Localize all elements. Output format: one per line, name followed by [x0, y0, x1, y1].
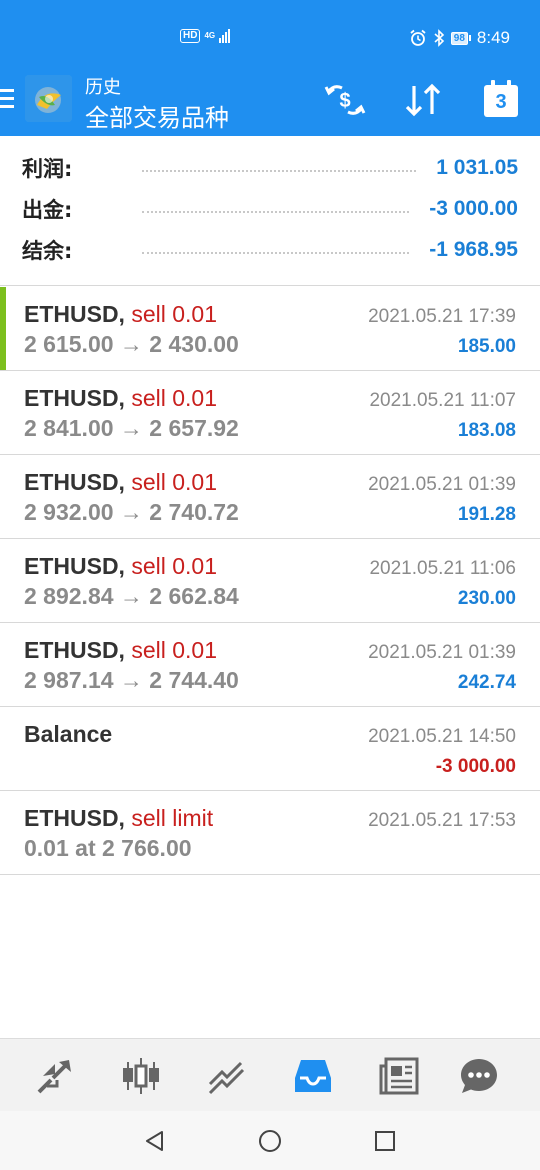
- deal-profit: 242.74: [457, 672, 516, 693]
- summary-value: -1 968.95: [429, 238, 518, 261]
- deal-profit: 185.00: [457, 336, 516, 357]
- header-subtitle: 历史: [85, 77, 121, 97]
- deal-symbol: ETHUSD,: [24, 469, 125, 495]
- history-icon: [295, 1060, 331, 1092]
- calendar-day: 3: [495, 91, 507, 113]
- hd-badge: HD: [180, 29, 201, 43]
- home-icon[interactable]: [258, 1129, 282, 1153]
- back-icon[interactable]: [143, 1129, 167, 1153]
- sort-icon[interactable]: [403, 82, 443, 118]
- deal-row[interactable]: ETHUSD, sell 0.01 2 932.00 → 2 740.72 20…: [0, 455, 540, 539]
- deal-time: 2021.05.21 11:07: [369, 390, 516, 411]
- summary-label: 结余:: [22, 239, 73, 263]
- bottom-nav: [0, 1038, 540, 1111]
- deal-row-balance[interactable]: Balance 2021.05.21 14:50 -3 000.00: [0, 707, 540, 791]
- currency-exchange-icon[interactable]: $: [324, 82, 366, 118]
- calendar-icon[interactable]: 3: [483, 80, 519, 118]
- deal-row[interactable]: ETHUSD, sell 0.01 2 841.00 → 2 657.92 20…: [0, 371, 540, 455]
- nav-quotes[interactable]: [35, 1056, 75, 1096]
- summary-row-withdrawal: 出金: -3 000.00: [22, 189, 518, 229]
- deal-profit: 183.08: [457, 420, 516, 441]
- deal-profit: 191.28: [457, 504, 516, 525]
- deal-symbol: ETHUSD,: [24, 805, 125, 831]
- deal-row[interactable]: ETHUSD, sell 0.01 2 892.84 → 2 662.84 20…: [0, 539, 540, 623]
- nav-messages[interactable]: [459, 1056, 499, 1096]
- summary-label: 出金:: [22, 198, 73, 222]
- deal-list: ETHUSD, sell 0.01 2 615.00 → 2 430.00 20…: [0, 287, 540, 875]
- deal-type: sell 0.01: [131, 553, 218, 579]
- svg-text:$: $: [339, 90, 350, 112]
- metatrader-logo-icon: [25, 75, 72, 122]
- deal-prices: 2 615.00 → 2 430.00: [24, 331, 239, 357]
- messages-icon: [461, 1059, 497, 1093]
- deal-time: 2021.05.21 11:06: [369, 558, 516, 579]
- alarm-icon: [410, 29, 426, 46]
- page-title[interactable]: 全部交易品种: [85, 98, 229, 133]
- nav-news[interactable]: [379, 1056, 419, 1096]
- deal-type: sell 0.01: [131, 469, 218, 495]
- dotted-leader: [142, 211, 410, 213]
- recents-icon[interactable]: [373, 1129, 397, 1153]
- deal-row[interactable]: ETHUSD, sell 0.01 2 615.00 → 2 430.00 20…: [0, 287, 540, 371]
- trade-icon: [208, 1061, 245, 1095]
- summary-value: -3 000.00: [429, 197, 518, 220]
- status-bar: HD 4G 98 8:49: [0, 0, 540, 70]
- deal-prices: 0.01 at 2 766.00: [24, 835, 192, 861]
- deal-type: sell 0.01: [131, 301, 218, 327]
- deal-time: 2021.05.21 01:39: [368, 642, 516, 663]
- system-nav-bar: [0, 1111, 540, 1170]
- quotes-icon: [37, 1060, 71, 1094]
- signal-icon: [219, 29, 231, 43]
- app-bar: 历史 全部交易品种 $ 3: [0, 70, 540, 136]
- deal-symbol: ETHUSD,: [24, 301, 125, 327]
- deal-type: sell 0.01: [131, 385, 218, 411]
- battery-icon: 98: [450, 31, 471, 45]
- deal-symbol: ETHUSD,: [24, 385, 125, 411]
- deal-time: 2021.05.21 17:39: [368, 306, 516, 327]
- nav-chart[interactable]: [121, 1056, 161, 1096]
- deal-time: 2021.05.21 14:50: [368, 726, 516, 747]
- menu-icon[interactable]: [0, 89, 14, 113]
- network-type: 4G: [204, 31, 216, 40]
- deal-type: sell 0.01: [131, 637, 218, 663]
- deal-prices: 2 932.00 → 2 740.72: [24, 499, 239, 525]
- dotted-leader: [142, 170, 417, 172]
- dotted-leader: [142, 252, 410, 254]
- app-logo[interactable]: [25, 75, 72, 122]
- chart-icon: [123, 1058, 159, 1094]
- status-right: 98 8:49: [409, 28, 510, 48]
- battery-level: 98: [450, 31, 468, 45]
- deal-row[interactable]: ETHUSD, sell 0.01 2 987.14 → 2 744.40 20…: [0, 623, 540, 707]
- deal-prices: 2 841.00 → 2 657.92: [24, 415, 239, 441]
- summary-value: 1 031.05: [436, 156, 518, 179]
- deal-profit: 230.00: [457, 588, 516, 609]
- signal-indicators: HD 4G: [180, 29, 231, 43]
- deal-prices: 2 987.14 → 2 744.40: [24, 667, 239, 693]
- order-row[interactable]: ETHUSD, sell limit 0.01 at 2 766.00 2021…: [0, 791, 540, 875]
- deal-time: 2021.05.21 01:39: [368, 474, 516, 495]
- deal-prices: 2 892.84 → 2 662.84: [24, 583, 239, 609]
- summary-panel: 利润: 1 031.05 出金: -3 000.00 结余: -1 968.95: [0, 136, 540, 286]
- news-icon: [379, 1057, 419, 1095]
- summary-row-profit: 利润: 1 031.05: [22, 148, 518, 188]
- nav-history[interactable]: [293, 1056, 333, 1096]
- deal-symbol: ETHUSD,: [24, 553, 125, 579]
- bluetooth-icon: [434, 29, 444, 47]
- deal-symbol: ETHUSD,: [24, 637, 125, 663]
- summary-label: 利润:: [22, 157, 73, 181]
- deal-symbol: Balance: [24, 721, 113, 747]
- nav-trade[interactable]: [207, 1056, 247, 1096]
- summary-row-balance: 结余: -1 968.95: [22, 230, 518, 270]
- clock: 8:49: [476, 28, 510, 47]
- deal-time: 2021.05.21 17:53: [368, 810, 516, 831]
- deal-profit: -3 000.00: [435, 756, 516, 777]
- deal-type: sell limit: [131, 805, 214, 831]
